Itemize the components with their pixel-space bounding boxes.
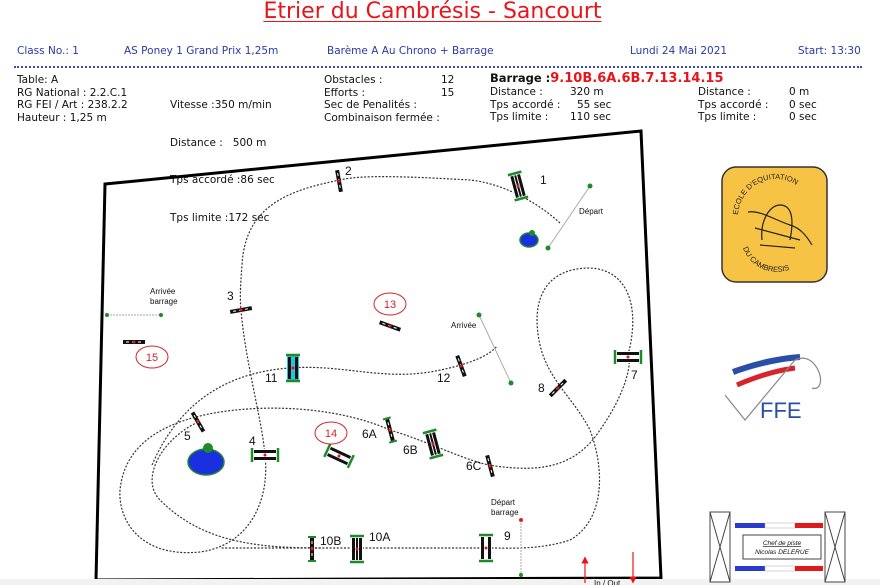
course-designer-plate: Chef de piste Nicolas DELERUE [709, 511, 846, 583]
obstacle-label-5: 5 [184, 429, 191, 443]
finish-barrage-line: Arrivée barrage [105, 287, 178, 317]
obstacle-label-8: 8 [538, 381, 545, 395]
obstacle-label-6A: 6A [362, 427, 377, 441]
obstacles: 12345 6A6B6C78910A10B11 12131415 [123, 164, 643, 564]
obstacle-5 [190, 411, 206, 433]
ffe-text: FFE [760, 398, 802, 423]
obstacle-label-7: 7 [631, 368, 638, 382]
obstacle-label-3: 3 [227, 289, 234, 303]
obstacle-label-10B: 10B [320, 534, 341, 548]
course-plan: Départ Arrivée Arrivée barrage Départ ba… [0, 129, 880, 585]
obstacle-11 [286, 353, 300, 383]
obstacle-label-6C: 6C [466, 459, 482, 473]
pond-bottom [187, 443, 225, 476]
obstacle-label-1: 1 [540, 173, 547, 187]
in-out-label: In / Out [594, 579, 621, 585]
obstacle-label-4: 4 [249, 434, 256, 448]
path-6-to-7 [389, 354, 630, 469]
path-2-to-3 [239, 179, 341, 311]
obstacle-label-10A: 10A [369, 530, 390, 544]
svg-text:15: 15 [146, 352, 158, 364]
obstacle-label-9: 9 [504, 529, 511, 543]
start-line: Départ [545, 183, 604, 251]
path-start-to-1-to-2 [339, 176, 561, 224]
barrage-number-15: 15 [135, 345, 169, 369]
barrage-obstacle-14 [323, 443, 355, 469]
obstacle-label-12: 12 [437, 371, 451, 385]
arrivee-barrage-label-2: barrage [150, 297, 178, 306]
club-logo: ECOLE D'EQUITATION DU CAMBRESIS [721, 166, 828, 283]
svg-text:14: 14 [325, 428, 337, 440]
obstacle-10B [308, 536, 316, 562]
obstacle-label-11: 11 [265, 371, 278, 385]
obstacle-label-6B: 6B [403, 443, 418, 457]
barrage-number-13: 13 [373, 292, 407, 316]
path-5-loop [151, 421, 321, 549]
obstacle-6A [382, 416, 398, 444]
arena-border [94, 129, 663, 582]
obstacle-7 [613, 350, 643, 364]
depart-barrage-label-2: barrage [491, 508, 519, 517]
barrage-obstacle-15 [123, 340, 145, 344]
arrivee-barrage-label-1: Arrivée [150, 287, 176, 296]
obstacle-10A [350, 534, 364, 564]
depart-label: Départ [579, 207, 604, 216]
obstacle-4 [250, 448, 280, 462]
barrage-obstacle-13 [378, 320, 402, 332]
arrivee-label: Arrivée [451, 321, 477, 330]
obstacle-6B [422, 428, 444, 460]
barrage-number-14: 14 [314, 421, 348, 445]
svg-text:13: 13 [384, 299, 396, 311]
path-3-to-4 [119, 309, 391, 554]
bottom-band [0, 579, 880, 585]
finish-line: Arrivée [451, 312, 514, 386]
obstacle-label-2: 2 [345, 164, 352, 178]
designer-title: Chef de piste [763, 540, 802, 547]
course-path [119, 176, 634, 554]
pond-top [519, 230, 539, 248]
ffe-logo: FFE [724, 354, 822, 423]
obstacle-8 [548, 378, 568, 398]
depart-barrage-label-1: Départ [491, 498, 516, 507]
obstacle-1 [507, 170, 529, 202]
obstacle-9 [479, 533, 493, 563]
designer-name: Nicolas DELERUE [755, 549, 809, 556]
